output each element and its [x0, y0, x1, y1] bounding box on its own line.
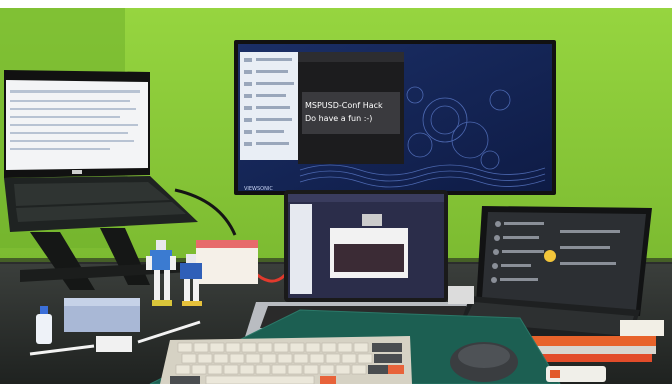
spacebar [205, 375, 315, 384]
accent-key [388, 365, 404, 374]
slide-line-2: Do have a fun :-) [305, 114, 372, 123]
slide-line-1: MSPUSD-Conf Hack [305, 101, 383, 110]
monitor-brand-logo: VIEWSONIC [244, 186, 273, 192]
emoji [544, 250, 556, 262]
tablet-screen [482, 212, 646, 310]
mechanical-keyboard [160, 336, 412, 384]
desk-setup-photo: MSPUSD-Conf Hack Do have a fun :-) VIEWS… [0, 0, 672, 384]
external-monitor: MSPUSD-Conf Hack Do have a fun :-) VIEWS… [234, 40, 556, 215]
top-border [0, 0, 672, 8]
slide-panel [302, 92, 400, 134]
laptop-logo [72, 170, 82, 174]
notebook-orange [528, 336, 656, 346]
spray-bottle [36, 314, 52, 344]
sticky-note [96, 336, 132, 352]
